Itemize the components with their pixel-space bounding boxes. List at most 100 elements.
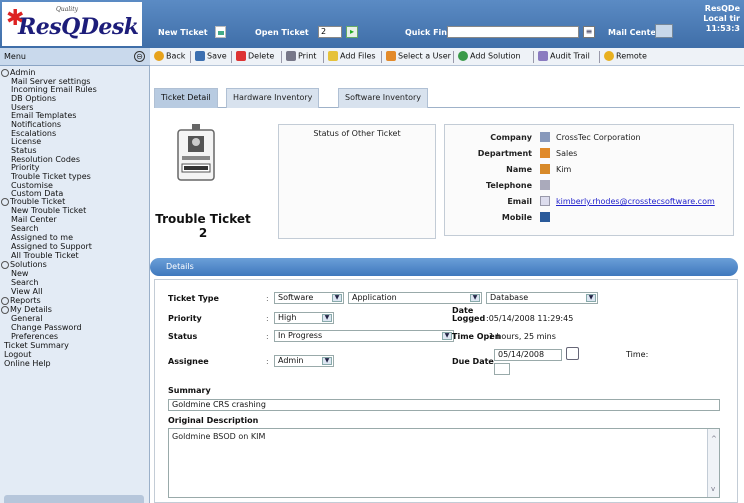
local-time-value: 11:53:3 (705, 24, 740, 33)
colon: : (266, 314, 269, 323)
ticket-title: Trouble Ticket 2 (153, 212, 253, 240)
print-label: Print (298, 51, 317, 61)
delete-button[interactable]: Delete (236, 51, 274, 61)
select-user-icon (386, 51, 396, 61)
sidebar-item[interactable]: License (11, 137, 41, 146)
ticket-subtype-value: Application (352, 293, 397, 302)
sidebar-item-online-help[interactable]: Online Help (4, 359, 51, 368)
sidebar-item-logout[interactable]: Logout (4, 350, 31, 359)
summary-input[interactable]: Goldmine CRS crashing (168, 399, 720, 411)
sidebar-item[interactable]: Trouble Ticket types (11, 172, 91, 181)
chevron-down-icon: ▼ (586, 294, 596, 302)
sidebar-item-ticket-summary[interactable]: Ticket Summary (4, 341, 69, 350)
main-content: Ticket Detail Hardware Inventory Softwar… (150, 66, 744, 503)
calendar-icon[interactable] (566, 347, 579, 360)
sidebar-item[interactable]: View All (11, 287, 42, 296)
status-other-ticket-panel: Status of Other Ticket (278, 124, 436, 239)
colon: : (488, 357, 491, 366)
company-value: CrossTec Corporation (556, 133, 641, 142)
sidebar-item[interactable]: New Trouble Ticket (11, 206, 86, 215)
save-button[interactable]: Save (195, 51, 227, 61)
sidebar-section-solutions[interactable]: Solutions (1, 260, 47, 269)
add-solution-icon (458, 51, 468, 61)
remote-button[interactable]: Remote (604, 51, 647, 61)
chevron-down-icon: ▼ (322, 357, 332, 365)
due-date-input[interactable]: 05/14/2008 (494, 349, 562, 361)
tab-software-inventory[interactable]: Software Inventory (338, 88, 429, 108)
sidebar-item[interactable]: Mail Center (11, 215, 57, 224)
sidebar-item[interactable]: Assigned to me (11, 233, 73, 242)
sidebar-item[interactable]: Email Templates (11, 111, 76, 120)
add-files-button[interactable]: Add Files (328, 51, 376, 61)
assignee-value: Admin (278, 356, 304, 365)
original-description-textarea[interactable]: Goldmine BSOD on KIM (168, 428, 720, 498)
add-files-icon (328, 51, 338, 61)
chevron-down-icon: ▼ (332, 294, 342, 302)
original-description-text: Goldmine BSOD on KIM (172, 432, 266, 441)
sidebar-item[interactable]: General (11, 314, 43, 323)
status-value: In Progress (278, 331, 323, 340)
sidebar-item[interactable]: Search (11, 278, 38, 287)
add-solution-label: Add Solution (470, 51, 521, 61)
status-select[interactable]: In Progress ▼ (274, 330, 454, 342)
details-header-text: Details (166, 262, 194, 271)
sidebar-item[interactable]: Assigned to Support (11, 242, 92, 251)
ticket-category-select[interactable]: Database ▼ (486, 292, 598, 304)
ticket-category-value: Database (490, 293, 529, 302)
audit-trail-button[interactable]: Audit Trail (538, 51, 590, 61)
collapse-menu-icon[interactable]: ⊖ (134, 51, 145, 62)
new-ticket-icon[interactable] (215, 26, 226, 38)
textarea-scrollbar[interactable] (707, 429, 719, 497)
open-ticket-go-button[interactable]: ▸ (346, 26, 358, 38)
sidebar-section-trouble-ticket[interactable]: Trouble Ticket (0, 197, 65, 206)
mail-center-icon[interactable] (655, 24, 673, 38)
contact-panel: Company CrossTec Corporation Department … (444, 124, 734, 236)
ticket-subtype-select[interactable]: Application ▼ (348, 292, 482, 304)
email-link[interactable]: kimberly.rhodes@crosstecsoftware.com (556, 197, 715, 206)
remote-label: Remote (616, 51, 647, 61)
sidebar-section-my-details[interactable]: My Details (1, 305, 52, 314)
sidebar-item[interactable]: Change Password (11, 323, 82, 332)
tab-hardware-inventory[interactable]: Hardware Inventory (226, 88, 320, 108)
delete-icon (236, 51, 246, 61)
ticket-type-select[interactable]: Software ▼ (274, 292, 344, 304)
menu-header: Menu ⊖ (0, 48, 150, 66)
sidebar-item[interactable]: New (11, 269, 28, 278)
audit-trail-label: Audit Trail (550, 51, 590, 61)
sidebar-section-reports[interactable]: Reports (1, 296, 41, 305)
email-icon (540, 196, 550, 206)
add-solution-button[interactable]: Add Solution (458, 51, 521, 61)
quick-find-input[interactable] (447, 26, 579, 38)
sidebar-section-admin[interactable]: Admin (1, 68, 36, 77)
chevron-down-icon: ▼ (322, 314, 332, 322)
sidebar-item[interactable]: Search (11, 224, 38, 233)
person-icon (540, 164, 550, 174)
remote-icon (604, 51, 614, 61)
print-button[interactable]: Print (286, 51, 316, 61)
assignee-select[interactable]: Admin ▼ (274, 355, 334, 367)
open-ticket-input[interactable]: 2 (318, 26, 342, 38)
mail-center-link[interactable]: Mail Center (608, 28, 660, 37)
sidebar-item[interactable]: Notifications (11, 120, 61, 129)
new-ticket-link[interactable]: New Ticket (158, 28, 208, 37)
sidebar-item[interactable]: All Trouble Ticket (11, 251, 79, 260)
sidebar-item[interactable]: DB Options (11, 94, 56, 103)
details-header[interactable]: Details (150, 258, 738, 276)
sidebar-item[interactable]: Preferences (11, 332, 58, 341)
back-button[interactable]: Back (154, 51, 185, 61)
colon: : (266, 294, 269, 303)
priority-select[interactable]: High ▼ (274, 312, 334, 324)
sidebar-item[interactable]: Incoming Email Rules (11, 85, 97, 94)
toolbar-divider (453, 51, 454, 63)
select-user-button[interactable]: Select a User (386, 51, 451, 61)
sidebar-item[interactable]: Priority (11, 163, 39, 172)
header-info: ResQDe Local tir 11:53:3 (700, 4, 740, 34)
tab-ticket-detail[interactable]: Ticket Detail (154, 88, 218, 108)
department-icon (540, 148, 550, 158)
due-time-input[interactable] (494, 363, 510, 375)
app-logo: ✱ Quality ResQDesk (2, 2, 142, 46)
quick-find-search-icon[interactable]: ≡ (583, 26, 595, 38)
sidebar-footer-tab[interactable] (4, 495, 144, 503)
company-label: Company (490, 133, 532, 142)
sidebar-item[interactable]: Status (11, 146, 37, 155)
